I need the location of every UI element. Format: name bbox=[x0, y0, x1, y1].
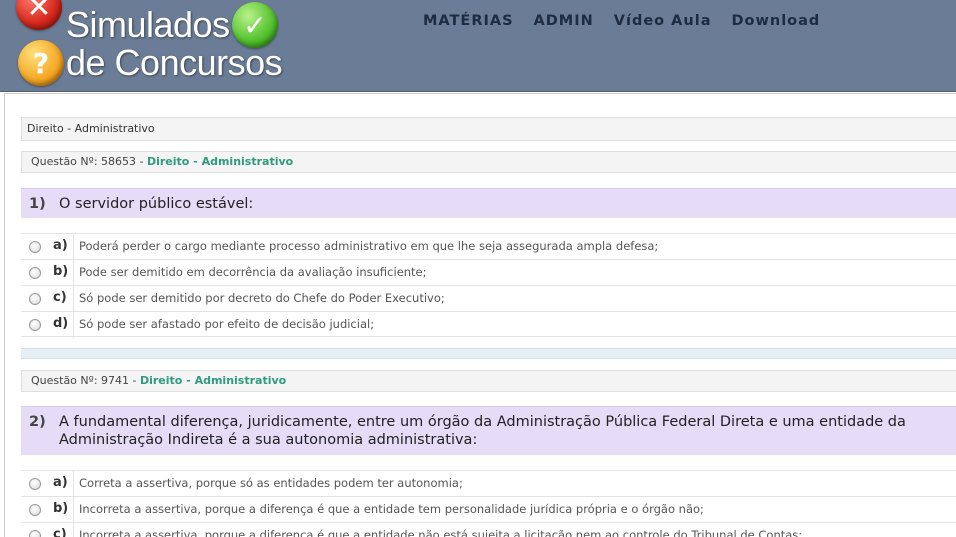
alternative-text: Incorreta a assertiva, porque a diferenç… bbox=[79, 528, 803, 537]
radio-option-d[interactable] bbox=[29, 319, 41, 331]
nav-download[interactable]: Download bbox=[731, 13, 820, 29]
alternative-text: Poderá perder o cargo mediante processo … bbox=[79, 239, 659, 253]
logo-title-line2: de Concursos bbox=[66, 42, 283, 83]
divider bbox=[73, 497, 74, 523]
main-content: Direito - Administrativo Questão Nº: 586… bbox=[4, 93, 956, 537]
question-number: 1) bbox=[29, 196, 46, 212]
alternative-text: Só pode ser afastado por efeito de decis… bbox=[79, 317, 375, 331]
main-nav: MATÉRIAS ADMIN Vídeo Aula Download bbox=[423, 13, 840, 29]
nav-admin[interactable]: ADMIN bbox=[534, 13, 594, 29]
alternative-row[interactable]: d) Só pode ser afastado por efeito de de… bbox=[21, 311, 956, 338]
divider bbox=[73, 523, 74, 537]
radio-option-b[interactable] bbox=[29, 504, 41, 516]
site-logo[interactable]: ✕ ✓ ? Simulados de Concursos bbox=[14, 0, 284, 92]
alternative-letter: a) bbox=[53, 238, 68, 253]
radio-option-c[interactable] bbox=[29, 293, 41, 305]
breadcrumb: Direito - Administrativo bbox=[21, 117, 956, 141]
radio-option-b[interactable] bbox=[29, 267, 41, 279]
divider bbox=[73, 312, 74, 338]
question-statement: 1) O servidor público estável: bbox=[21, 188, 956, 218]
alternative-row[interactable]: b) Pode ser demitido em decorrência da a… bbox=[21, 259, 956, 286]
question-statement: 2) A fundamental diferença, juridicamente… bbox=[21, 406, 956, 455]
alternative-letter: a) bbox=[53, 475, 68, 490]
question-number: 2) bbox=[29, 414, 46, 430]
alternative-text: Incorreta a assertiva, porque a diferenç… bbox=[79, 502, 704, 516]
divider bbox=[73, 234, 74, 260]
question-id: Questão Nº: 58653 - bbox=[31, 155, 147, 168]
question-subject-link[interactable]: Direito - Administrativo bbox=[147, 155, 293, 168]
alternative-letter: c) bbox=[53, 290, 67, 305]
alternative-row[interactable]: a) Correta a assertiva, porque só as ent… bbox=[21, 470, 956, 497]
alternative-letter: c) bbox=[53, 527, 67, 537]
question-mark-icon: ? bbox=[18, 40, 64, 86]
alternative-text: Pode ser demitido em decorrência da aval… bbox=[79, 265, 427, 279]
alternative-text: Correta a assertiva, porque só as entida… bbox=[79, 476, 463, 490]
question-text: O servidor público estável: bbox=[59, 196, 254, 212]
question-id: Questão Nº: 9741 - bbox=[31, 374, 140, 387]
logo-title-line1: Simulados bbox=[66, 4, 230, 45]
nav-video-aula[interactable]: Vídeo Aula bbox=[614, 13, 712, 29]
alternative-text: Só pode ser demitido por decreto do Chef… bbox=[79, 291, 445, 305]
question-meta: Questão Nº: 9741 - Direito - Administrat… bbox=[21, 370, 956, 392]
divider bbox=[73, 471, 74, 497]
alternative-row[interactable]: c) Incorreta a assertiva, porque a difer… bbox=[21, 522, 956, 537]
alternative-row[interactable]: a) Poderá perder o cargo mediante proces… bbox=[21, 233, 956, 260]
question-text: A fundamental diferença, juridicamente, … bbox=[59, 414, 906, 448]
site-header: ✕ ✓ ? Simulados de Concursos MATÉRIAS AD… bbox=[0, 0, 956, 92]
question-subject-link[interactable]: Direito - Administrativo bbox=[140, 374, 286, 387]
alternative-row[interactable]: b) Incorreta a assertiva, porque a difer… bbox=[21, 496, 956, 523]
question-footer-bar bbox=[21, 348, 956, 359]
radio-option-c[interactable] bbox=[29, 530, 41, 537]
question-meta: Questão Nº: 58653 - Direito - Administra… bbox=[21, 151, 956, 173]
divider bbox=[73, 286, 74, 312]
radio-option-a[interactable] bbox=[29, 241, 41, 253]
alternative-letter: b) bbox=[53, 501, 69, 516]
x-mark-icon: ✕ bbox=[16, 0, 62, 30]
alternative-letter: d) bbox=[53, 316, 69, 331]
alternative-row[interactable]: c) Só pode ser demitido por decreto do C… bbox=[21, 285, 956, 312]
radio-option-a[interactable] bbox=[29, 478, 41, 490]
alternative-letter: b) bbox=[53, 264, 69, 279]
nav-materias[interactable]: MATÉRIAS bbox=[423, 13, 514, 29]
divider bbox=[73, 260, 74, 286]
